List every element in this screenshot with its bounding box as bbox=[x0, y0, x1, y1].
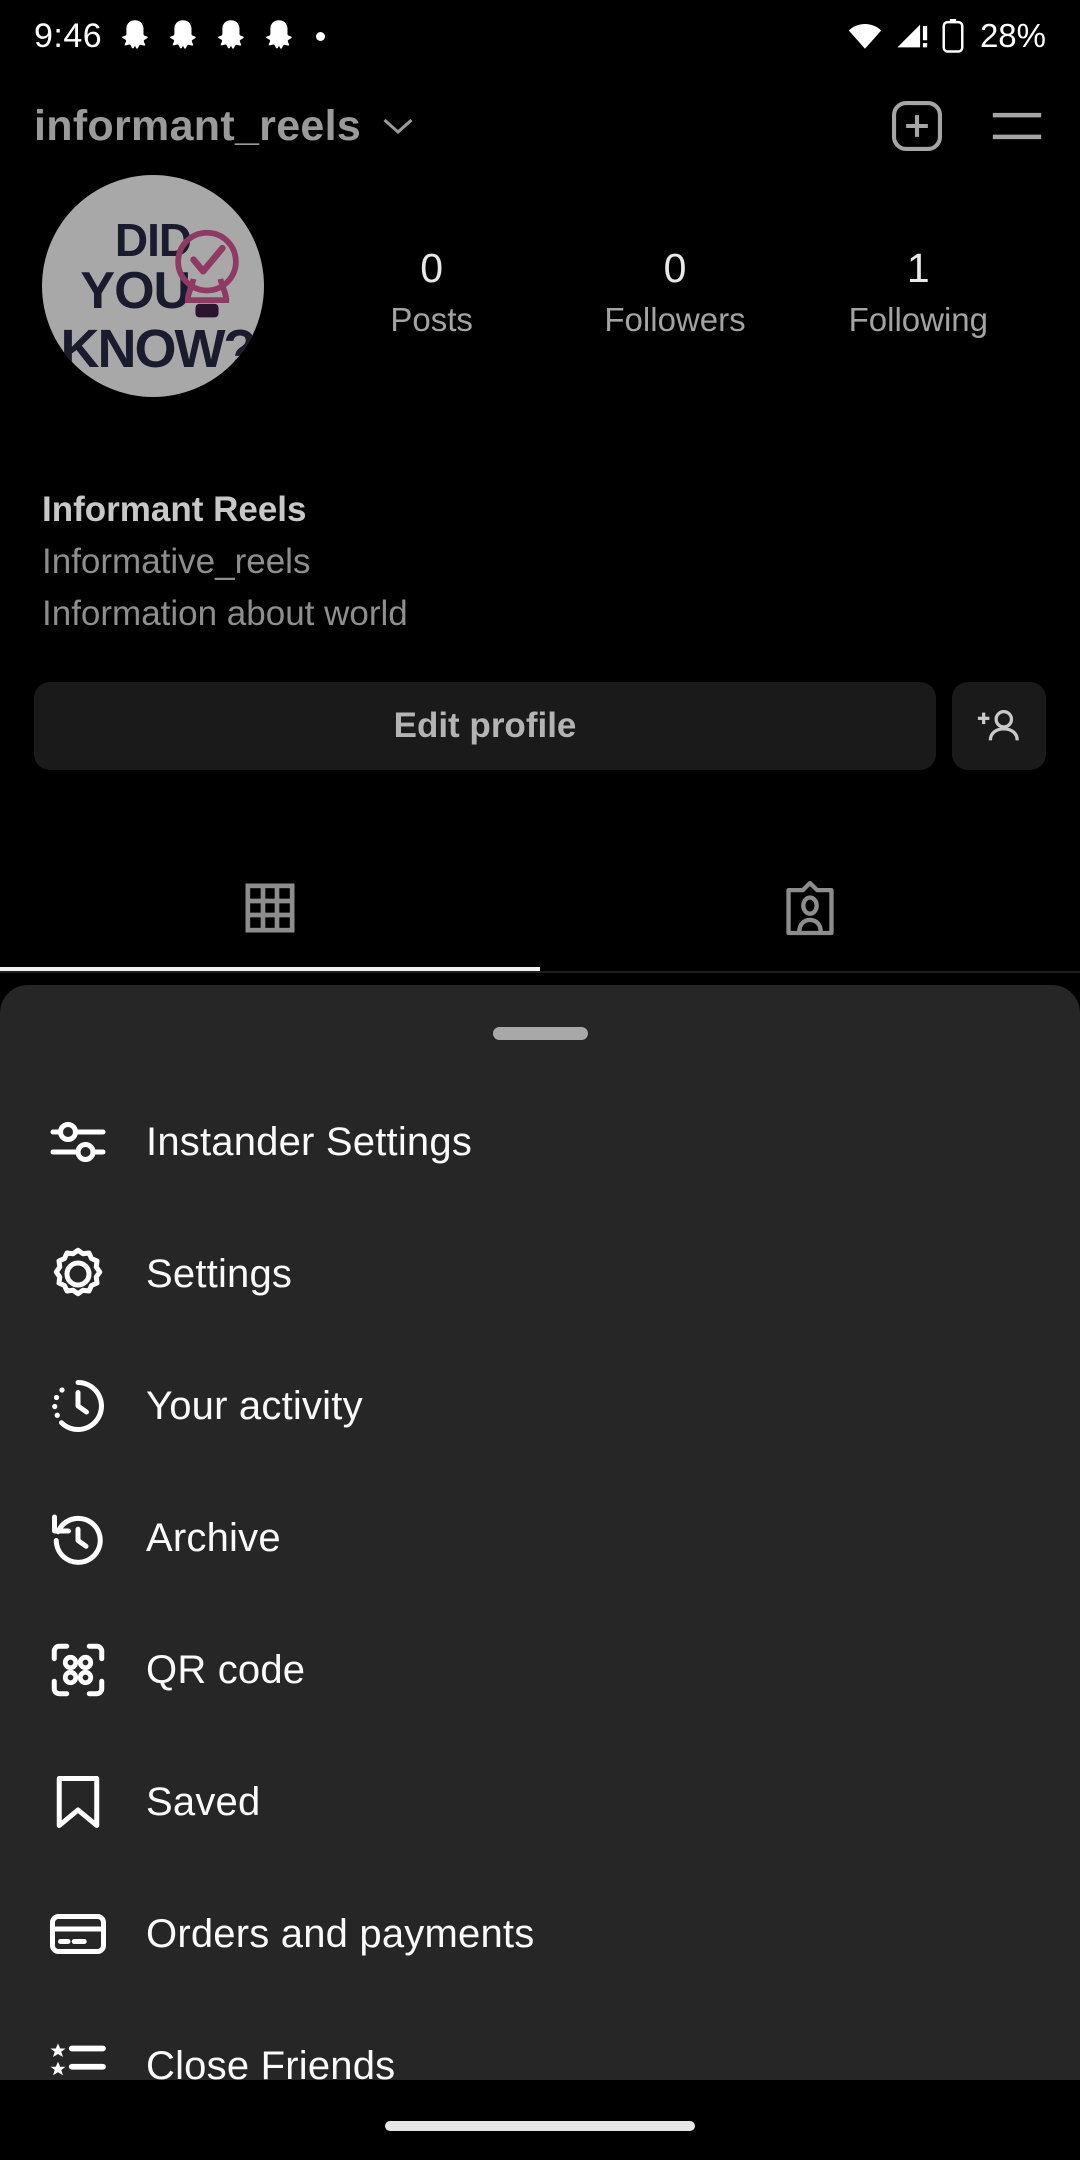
status-bar-left: 9:46 bbox=[34, 16, 326, 56]
grid-icon bbox=[245, 883, 295, 933]
menu-item-orders-and-payments[interactable]: Orders and payments bbox=[0, 1868, 1080, 2000]
sliders-icon bbox=[42, 1106, 114, 1178]
archive-clock-icon bbox=[42, 1502, 114, 1574]
menu-item-archive[interactable]: Archive bbox=[0, 1472, 1080, 1604]
stat-value: 0 bbox=[663, 245, 687, 292]
overflow-dot-icon bbox=[316, 31, 326, 41]
battery-percentage: 28% bbox=[979, 17, 1046, 54]
menu-item-saved[interactable]: Saved bbox=[0, 1736, 1080, 1868]
chevron-down-icon[interactable] bbox=[379, 114, 417, 138]
stat-value: 0 bbox=[420, 245, 444, 292]
add-person-button[interactable] bbox=[952, 682, 1046, 770]
stat-followers[interactable]: 0 Followers bbox=[553, 245, 796, 338]
profile-tabs bbox=[0, 845, 1080, 973]
profile-bio: Informant Reels Informative_reels Inform… bbox=[42, 490, 942, 634]
snapchat-ghost-icon bbox=[266, 20, 292, 49]
bookmark-icon bbox=[42, 1766, 114, 1838]
menu-item-label: Settings bbox=[146, 1251, 293, 1296]
profile-stats: 0 Posts 0 Followers 1 Following bbox=[310, 245, 1080, 338]
stat-label: Posts bbox=[390, 300, 473, 338]
tab-tagged[interactable] bbox=[540, 845, 1080, 971]
stat-value: 1 bbox=[906, 245, 930, 292]
menu-item-instander-settings[interactable]: Instander Settings bbox=[0, 1076, 1080, 1208]
stat-label: Following bbox=[848, 300, 989, 338]
lightbulb-check-icon bbox=[175, 229, 239, 318]
stat-following[interactable]: 1 Following bbox=[797, 245, 1040, 338]
profile-display-name: Informant Reels bbox=[42, 490, 307, 529]
menu-item-label: Your activity bbox=[146, 1383, 363, 1428]
plus-box-icon[interactable] bbox=[888, 97, 946, 155]
profile-description: Information about world bbox=[42, 594, 408, 634]
gear-icon bbox=[42, 1238, 114, 1310]
qr-code-icon bbox=[42, 1634, 114, 1706]
status-bar-right: 28% bbox=[846, 17, 1046, 55]
activity-clock-icon bbox=[42, 1370, 114, 1442]
credit-card-icon bbox=[42, 1898, 114, 1970]
clock-text: 9:46 bbox=[34, 16, 103, 55]
menu-item-settings[interactable]: Settings bbox=[0, 1208, 1080, 1340]
tagged-person-card-icon bbox=[786, 880, 834, 936]
menu-item-label: Instander Settings bbox=[146, 1119, 473, 1164]
account-username[interactable]: informant_reels bbox=[34, 102, 361, 151]
menu-item-label: Archive bbox=[146, 1515, 281, 1560]
snapchat-ghost-icon bbox=[218, 20, 244, 49]
menu-list: Instander Settings Settings Your activit… bbox=[0, 1076, 1080, 2132]
menu-item-label: Saved bbox=[146, 1779, 261, 1824]
instagram-profile-screen: 9:46 28% informant_reels DID YOU KNOW? 0… bbox=[0, 0, 1080, 2160]
drag-handle[interactable] bbox=[492, 1027, 588, 1040]
status-bar: 9:46 28% bbox=[0, 0, 1080, 72]
menu-item-label: QR code bbox=[146, 1647, 306, 1692]
battery-icon bbox=[942, 19, 964, 53]
snapchat-ghost-icon bbox=[170, 20, 196, 49]
cellular-signal-warning-icon bbox=[897, 24, 928, 48]
system-navigation-bar bbox=[0, 2080, 1080, 2160]
profile-handle: Informative_reels bbox=[42, 542, 311, 582]
menu-item-your-activity[interactable]: Your activity bbox=[0, 1340, 1080, 1472]
home-gesture-pill[interactable] bbox=[385, 2121, 695, 2131]
avatar[interactable]: DID YOU KNOW? bbox=[42, 175, 264, 397]
avatar-line-3: KNOW? bbox=[60, 319, 256, 379]
snapchat-ghost-icon bbox=[122, 20, 148, 49]
hamburger-menu-icon[interactable] bbox=[988, 103, 1046, 149]
profile-header: informant_reels bbox=[0, 72, 1080, 180]
menu-item-label: Orders and payments bbox=[146, 1911, 535, 1956]
bottom-sheet-menu: Instander Settings Settings Your activit… bbox=[0, 985, 1080, 2094]
wifi-icon bbox=[848, 24, 882, 49]
profile-summary: DID YOU KNOW? 0 Posts 0 Followers 1 Foll… bbox=[0, 175, 1080, 397]
stat-label: Followers bbox=[604, 300, 746, 338]
menu-item-qr-code[interactable]: QR code bbox=[0, 1604, 1080, 1736]
stat-posts[interactable]: 0 Posts bbox=[310, 245, 553, 338]
profile-actions: Edit profile bbox=[34, 682, 1046, 770]
add-person-icon bbox=[977, 709, 1019, 741]
tab-grid[interactable] bbox=[0, 845, 540, 971]
edit-profile-button[interactable]: Edit profile bbox=[34, 682, 936, 770]
